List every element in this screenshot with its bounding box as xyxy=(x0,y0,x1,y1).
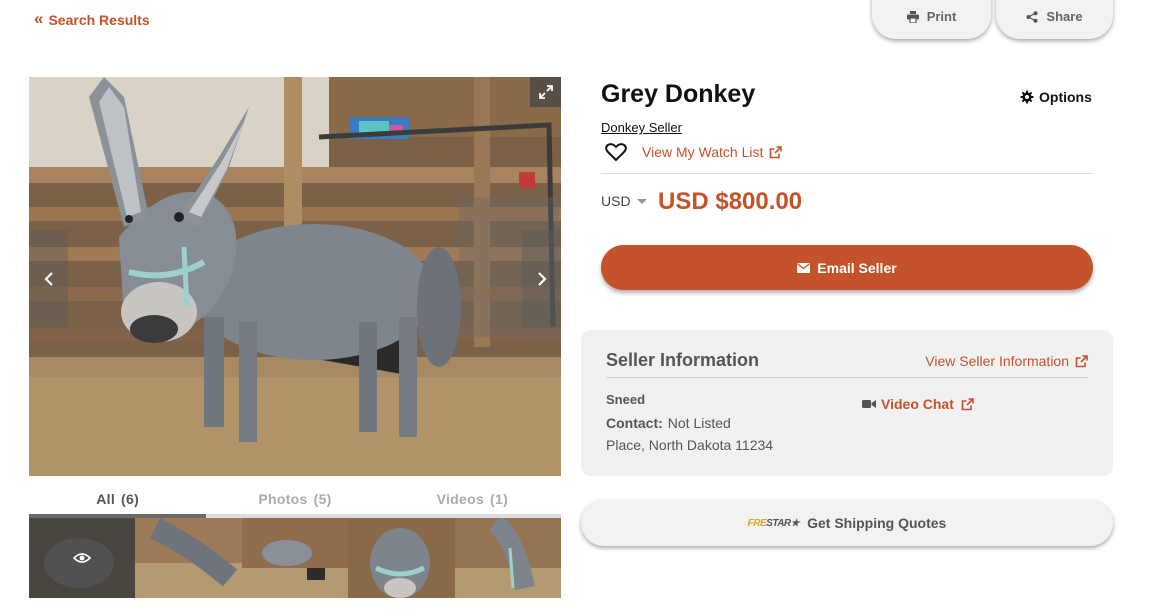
seller-information-card: Seller Information View Seller Informati… xyxy=(581,330,1113,476)
watch-list-label: View My Watch List xyxy=(642,144,764,160)
email-seller-label: Email Seller xyxy=(817,259,897,276)
seller-information-heading: Seller Information xyxy=(606,350,760,370)
divider xyxy=(601,173,1093,174)
thumbnail-strip xyxy=(29,518,561,598)
video-chat-label: Video Chat xyxy=(881,396,954,412)
tab-photos-count: (5) xyxy=(313,491,332,507)
main-listing-photo[interactable] xyxy=(29,77,561,476)
share-icon xyxy=(1026,10,1038,23)
currency-selector[interactable]: USD xyxy=(601,193,647,209)
chevron-right-icon xyxy=(537,272,547,286)
divider xyxy=(606,377,1088,378)
contact-label: Contact: xyxy=(606,415,663,431)
share-label: Share xyxy=(1046,9,1083,24)
print-label: Print xyxy=(926,9,957,24)
tab-all-label: All xyxy=(96,491,116,507)
options-label: Options xyxy=(1039,89,1092,105)
print-icon xyxy=(906,10,919,23)
seller-name-link[interactable]: Donkey Seller xyxy=(601,120,682,135)
eye-icon xyxy=(73,553,92,563)
share-button[interactable]: Share xyxy=(996,0,1113,39)
thumbnail-image xyxy=(348,518,455,598)
options-button[interactable]: Options xyxy=(1020,89,1092,105)
view-seller-information-link[interactable]: View Seller Information xyxy=(925,353,1088,369)
tab-videos-label: Videos xyxy=(436,491,485,507)
thumbnail-video[interactable] xyxy=(29,518,136,598)
video-camera-icon xyxy=(862,400,876,408)
contact-value: Not Listed xyxy=(667,415,731,431)
tab-photos-label: Photos xyxy=(258,491,308,507)
tab-videos-count: (1) xyxy=(490,491,509,507)
video-chat-link[interactable]: Video Chat xyxy=(862,396,974,412)
add-to-watch-list-button[interactable] xyxy=(605,143,627,167)
video-overlay xyxy=(29,518,136,598)
freightstar-logo: FRE STAR ★ xyxy=(747,517,800,529)
view-seller-label: View Seller Information xyxy=(925,353,1069,369)
back-to-search-results-link[interactable]: « Search Results xyxy=(34,9,150,28)
back-link-label: Search Results xyxy=(48,12,150,28)
get-shipping-quotes-button[interactable]: FRE STAR ★ Get Shipping Quotes xyxy=(581,500,1113,546)
thumbnail-photo[interactable] xyxy=(348,518,455,598)
thumbnail-image xyxy=(135,518,242,598)
shipping-quotes-label: Get Shipping Quotes xyxy=(807,515,947,531)
caret-down-icon xyxy=(636,199,647,204)
currency-value: USD xyxy=(601,193,631,209)
seller-contact: Contact: Not Listed xyxy=(606,415,731,431)
thumbnail-photo[interactable] xyxy=(241,518,349,598)
tab-all-count: (6) xyxy=(121,491,140,507)
seller-name: Sneed xyxy=(606,392,646,407)
next-photo-button[interactable] xyxy=(522,230,561,328)
external-link-icon xyxy=(770,145,783,158)
media-filter-tabs: All (6) Photos (5) Videos (1) xyxy=(29,484,561,518)
tab-all[interactable]: All (6) xyxy=(29,484,207,518)
chevron-left-icon xyxy=(43,272,53,286)
expand-icon xyxy=(538,85,553,99)
print-button[interactable]: Print xyxy=(872,0,991,39)
seller-location: Place, North Dakota 11234 xyxy=(606,437,774,453)
tab-photos[interactable]: Photos (5) xyxy=(206,484,384,518)
thumbnail-image xyxy=(454,518,561,598)
external-link-icon xyxy=(1075,354,1088,367)
double-chevron-left-icon: « xyxy=(34,9,44,28)
thumbnail-image xyxy=(241,518,349,598)
view-watch-list-link[interactable]: View My Watch List xyxy=(642,144,783,160)
tab-videos[interactable]: Videos (1) xyxy=(383,484,561,518)
previous-photo-button[interactable] xyxy=(29,230,68,328)
gear-icon xyxy=(1020,90,1034,104)
heart-icon xyxy=(605,143,627,162)
donkey-photo-image xyxy=(29,77,561,476)
external-link-icon xyxy=(961,397,974,410)
listing-title: Grey Donkey xyxy=(601,80,756,108)
listing-price: USD $800.00 xyxy=(658,188,803,215)
fullscreen-button[interactable] xyxy=(530,77,561,107)
thumbnail-photo[interactable] xyxy=(135,518,242,598)
email-seller-button[interactable]: Email Seller xyxy=(601,245,1093,290)
thumbnail-photo[interactable] xyxy=(454,518,561,598)
envelope-icon xyxy=(797,262,811,273)
